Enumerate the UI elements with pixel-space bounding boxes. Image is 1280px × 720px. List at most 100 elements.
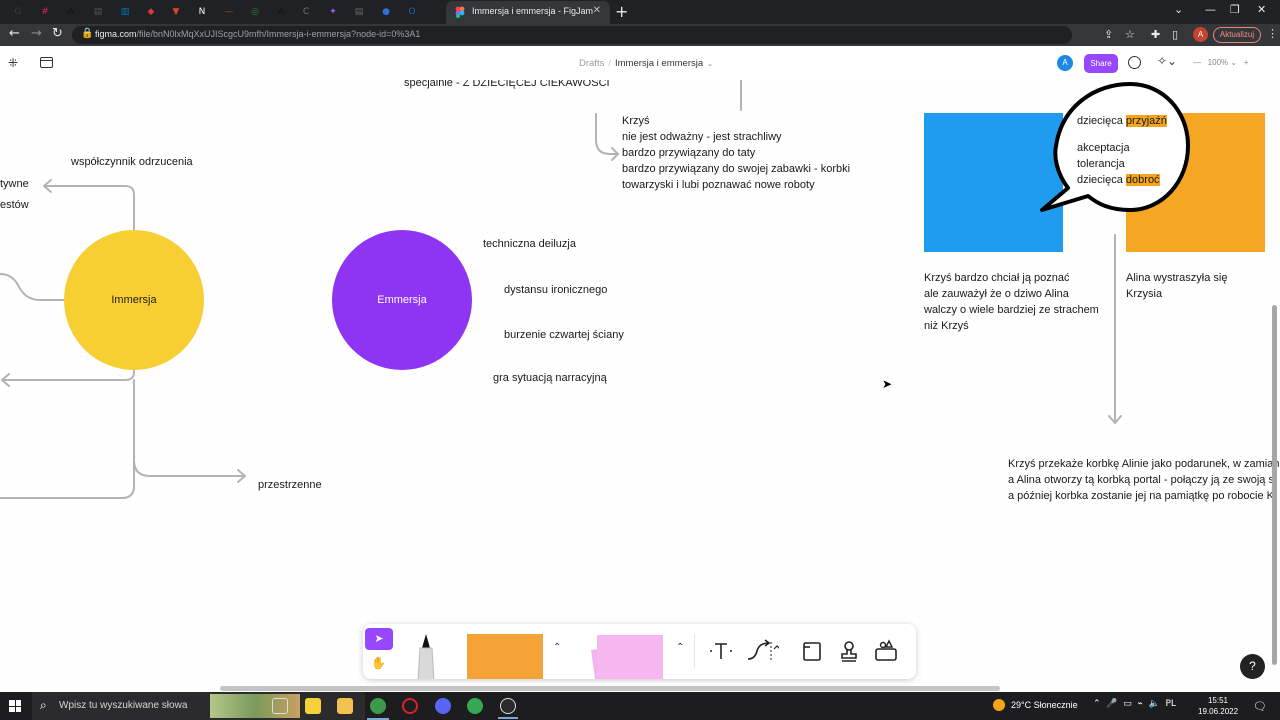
weather-widget[interactable]: 29°C Słonecznie	[993, 699, 1078, 711]
sun-icon	[993, 699, 1005, 711]
krzys-traits-list[interactable]: Krzyś nie jest odważny - jest strachliwy…	[622, 113, 850, 193]
marker-tool-icon[interactable]	[415, 632, 437, 679]
tool-palette: ➤ ✋ ⌃ ⌃	[363, 624, 916, 679]
slack-tab-icon[interactable]: #	[37, 4, 53, 20]
back-icon[interactable]: ←	[9, 26, 20, 41]
system-tray[interactable]: ⌃ 🎤 ▭ ⌁ 🔈 PL	[1093, 699, 1176, 709]
chrome-tab-icon[interactable]: G	[10, 4, 26, 20]
gitlab-tab-icon[interactable]: ▼	[168, 4, 184, 20]
tab-doc2-icon[interactable]: ▤	[351, 4, 367, 20]
widgets-tool-icon[interactable]	[874, 639, 898, 663]
vertical-scrollbar[interactable]	[1272, 305, 1277, 665]
caption-orange[interactable]: Alina wystraszyła się Krzysia	[1126, 270, 1227, 302]
tab-globe-icon[interactable]: ◎	[247, 4, 263, 20]
layers-panel-icon[interactable]	[40, 57, 53, 68]
tab-a-icon[interactable]: A	[63, 4, 79, 20]
tab-cs-icon[interactable]: C	[298, 4, 314, 20]
circle-emmersja[interactable]: Emmersja	[332, 230, 472, 370]
figma-tab-icon[interactable]: ✦	[325, 4, 341, 20]
obs-taskbar-icon[interactable]	[498, 698, 518, 719]
text-estow[interactable]: estów	[0, 197, 29, 213]
text-top-cut[interactable]: specjalnie - Z DZIECIĘCEJ CIEKAWOŚCI	[404, 80, 610, 91]
hand-tool-icon[interactable]: ✋	[371, 656, 386, 670]
file-name[interactable]: Immersja i emmersja	[615, 58, 703, 69]
extensions-icon[interactable]: ✚	[1151, 28, 1160, 41]
bookmark-star-icon[interactable]: ☆	[1125, 28, 1135, 41]
zoom-control[interactable]: — 100% ⌄ +	[1193, 58, 1248, 67]
windows-taskbar: ⌕ Wpisz tu wyszukiwane słowa 29°C Słonec…	[0, 692, 1280, 720]
text-tywne[interactable]: tywne	[0, 176, 29, 192]
circle-immersja[interactable]: Immersja	[64, 230, 204, 370]
connector-tool-icon[interactable]	[745, 639, 779, 663]
horizontal-scrollbar[interactable]	[220, 686, 1000, 691]
tab-line-icon[interactable]: —	[221, 4, 237, 20]
file-explorer-icon[interactable]	[337, 698, 353, 714]
story-text-bottom[interactable]: Krzyś przekaże korbkę Alinie jako podaru…	[1008, 456, 1280, 504]
share-button[interactable]: Share	[1084, 54, 1118, 73]
chevron-down-icon[interactable]: ⌄	[707, 61, 713, 68]
update-button[interactable]: Aktualizuj	[1213, 27, 1261, 43]
caption-blue[interactable]: Krzyś bardzo chciał ją poznać ale zauważ…	[924, 270, 1099, 334]
side-panel-icon[interactable]: ▯	[1172, 28, 1178, 41]
share-page-icon[interactable]: ⇪	[1104, 28, 1113, 41]
select-tool-icon[interactable]: ➤	[365, 628, 393, 650]
text-tool-icon[interactable]	[709, 639, 733, 663]
active-tab[interactable]: Immersja i emmersja - FigJam ✕	[446, 1, 610, 24]
whiteboard-canvas[interactable]: specjalnie - Z DZIECIĘCEJ CIEKAWOŚCI wsp…	[0, 80, 1280, 692]
tab-search-icon[interactable]: ⌄	[1174, 3, 1183, 16]
list-item: Krzyś	[622, 115, 650, 127]
text-wspolczynnik[interactable]: współczynnik odrzucenia	[71, 154, 193, 170]
tab-blue-icon[interactable]: ●	[378, 4, 394, 20]
browser-menu-icon[interactable]: ⋮	[1267, 27, 1278, 40]
chrome-profile-taskbar-icon[interactable]	[467, 698, 483, 714]
sticky-notes-app-icon[interactable]	[305, 698, 321, 714]
tab-a2-icon[interactable]: A	[273, 4, 289, 20]
sticky-note-tool[interactable]	[467, 634, 543, 679]
profile-avatar[interactable]: A	[1193, 27, 1208, 42]
close-tab-icon[interactable]: ✕	[593, 5, 601, 16]
search-icon: ⌕	[40, 698, 47, 712]
help-button[interactable]: ?	[1240, 654, 1265, 679]
comment-icon[interactable]	[1128, 56, 1141, 69]
chevron-up-icon[interactable]: ⌃	[553, 642, 561, 653]
text-techniczna[interactable]: techniczna deiluzja	[483, 236, 576, 252]
notion-tab-icon[interactable]: N	[194, 4, 210, 20]
zoom-level[interactable]: 100%	[1208, 58, 1228, 67]
stamp-sheets-tool-icon[interactable]	[585, 632, 667, 679]
chrome-taskbar-icon[interactable]	[367, 698, 389, 720]
ai-sparkle-icon[interactable]: ✧⌄	[1157, 54, 1177, 68]
outlook-tab-icon[interactable]: O	[404, 4, 420, 20]
main-menu-icon[interactable]: ⁜	[8, 56, 18, 70]
taskbar-clock[interactable]: 15:51 19.06.2022	[1198, 695, 1238, 717]
section-tool-icon[interactable]	[800, 639, 824, 663]
forward-icon[interactable]: →	[31, 26, 42, 41]
new-tab-button[interactable]: +	[615, 2, 628, 21]
figjam-header: ⁜ Drafts / Immersja i emmersja ⌄ A Share ✧⌄…	[0, 46, 1280, 80]
url-input[interactable]: 🔒 figma.com/file/bnN0lxMqXxUJIScgcU9mfh/…	[72, 26, 1072, 44]
url-text: figma.com/file/bnN0lxMqXxUJIScgcU9mfh/Im…	[95, 29, 421, 39]
zoom-in-icon[interactable]: +	[1244, 58, 1249, 67]
opera-taskbar-icon[interactable]	[402, 698, 418, 714]
tab-doc-icon[interactable]: ▤	[90, 4, 106, 20]
text-burzenie[interactable]: burzenie czwartej ściany	[504, 327, 624, 343]
close-window-icon[interactable]: ✕	[1257, 3, 1266, 16]
restore-icon[interactable]: ❐	[1230, 3, 1240, 16]
zoom-chevron-icon[interactable]: ⌄	[1228, 58, 1237, 67]
chevron-up-icon[interactable]: ⌃	[676, 642, 684, 653]
notifications-icon[interactable]: 🗨	[1253, 700, 1267, 713]
speech-line-1: dziecięca przyjaźń	[1077, 115, 1167, 127]
windows-start-icon[interactable]	[9, 700, 21, 712]
minimize-icon[interactable]: —	[1205, 3, 1216, 16]
task-view-icon[interactable]	[272, 698, 288, 714]
trello-tab-icon[interactable]: ▥	[117, 4, 133, 20]
zoom-out-icon[interactable]: —	[1193, 58, 1201, 67]
breadcrumb-drafts[interactable]: Drafts	[579, 58, 604, 69]
text-dystansu[interactable]: dystansu ironicznego	[504, 282, 607, 298]
reload-icon[interactable]: ↻	[52, 26, 63, 41]
discord-taskbar-icon[interactable]	[435, 698, 451, 714]
stamp-tool-icon[interactable]	[837, 639, 861, 663]
text-przestrzenne[interactable]: przestrzenne	[258, 477, 322, 493]
text-gra[interactable]: gra sytuacją narracyjną	[493, 370, 607, 386]
collaborator-avatar[interactable]: A	[1057, 55, 1073, 71]
tab-red-icon[interactable]: ◆	[143, 4, 159, 20]
